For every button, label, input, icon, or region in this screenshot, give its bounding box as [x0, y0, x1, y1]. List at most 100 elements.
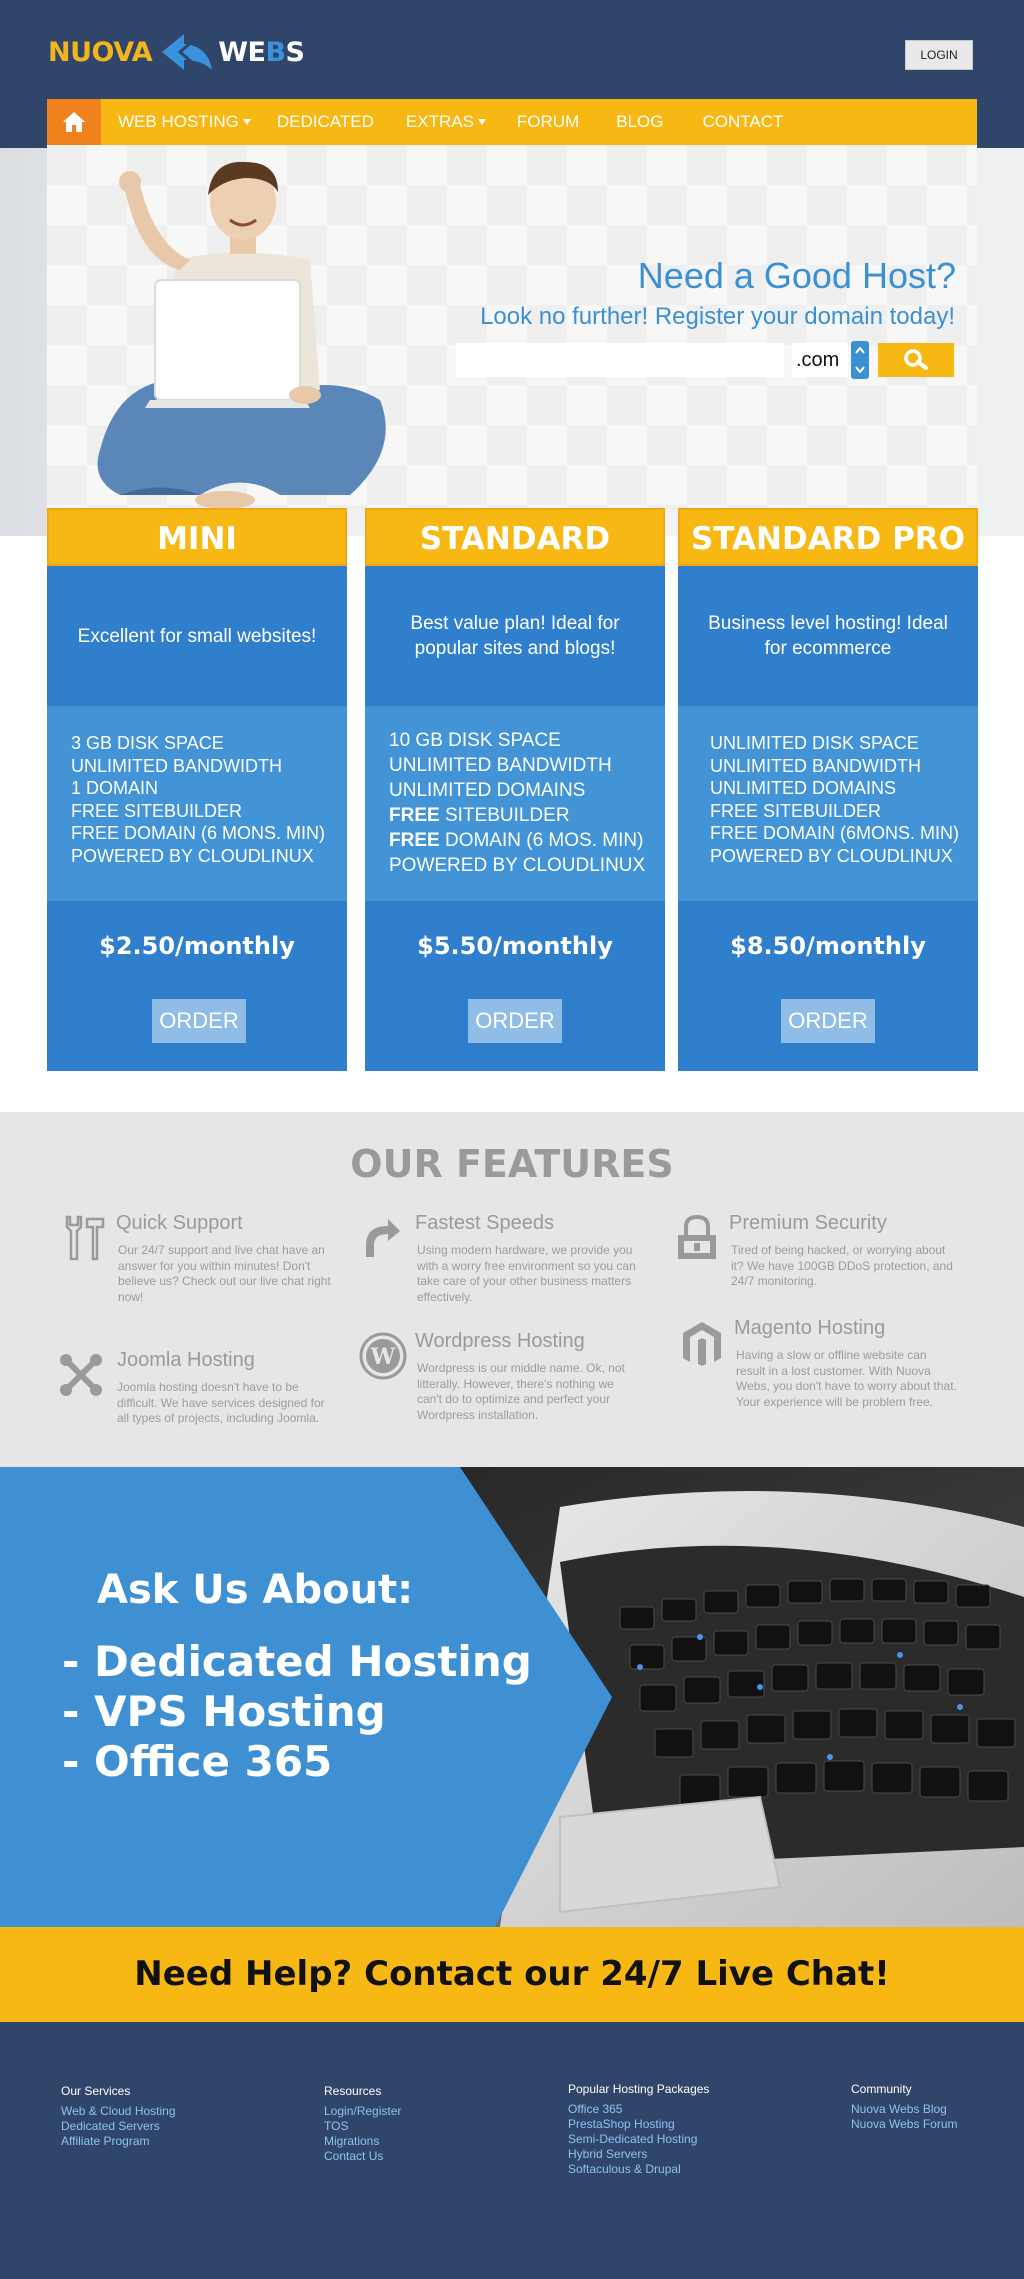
feature-title: Quick Support: [116, 1212, 243, 1234]
chevron-down-icon: [242, 119, 251, 125]
plan-name: STANDARD PRO: [678, 508, 978, 566]
plan-feature: UNLIMITED BANDWIDTH: [389, 755, 612, 776]
order-button[interactable]: ORDER: [781, 999, 875, 1043]
logo-text-right: WEBS: [218, 36, 305, 68]
footer-heading: Popular Hosting Packages: [568, 2082, 710, 2096]
plan-description: Best value plan! Ideal for popular sites…: [365, 566, 665, 706]
footer-link[interactable]: Web & Cloud Hosting: [61, 2104, 176, 2119]
plan-price: $5.50/monthly: [365, 901, 665, 991]
feature-premium-security: Premium Security Tired of being hacked, …: [671, 1212, 953, 1312]
footer-link[interactable]: Contact Us: [324, 2149, 401, 2164]
plan-feature: UNLIMITED DOMAINS: [389, 780, 586, 801]
footer-column-packages: Popular Hosting Packages Office 365 Pres…: [568, 2082, 709, 2177]
footer-link[interactable]: Nuova Webs Forum: [851, 2117, 957, 2132]
plan-feature: FREE DOMAIN (6MONS. MIN): [710, 823, 960, 843]
order-button[interactable]: ORDER: [152, 999, 246, 1043]
plan-feature: UNLIMITED BANDWIDTH: [710, 755, 921, 776]
feature-text: Joomla hosting doesn't have to be diffic…: [117, 1380, 325, 1425]
plan-feature: 1 DOMAIN: [71, 778, 159, 798]
plan-price: $2.50/monthly: [47, 901, 347, 991]
tools-icon: [58, 1212, 110, 1264]
plan-feature: FREE SITEBUILDER: [71, 800, 243, 821]
footer-column-community: Community Nuova Webs Blog Nuova Webs For…: [851, 2082, 957, 2132]
ask-us-banner: Ask Us About: - Dedicated Hosting - VPS …: [0, 1467, 1024, 1927]
features-title: OUR FEATURES: [350, 1142, 674, 1186]
main-nav: WEB HOSTING DEDICATED EXTRAS FORUM BLOG …: [47, 99, 977, 145]
login-button[interactable]: LOGIN: [905, 40, 973, 70]
nav-blog[interactable]: BLOG: [616, 99, 663, 145]
footer-heading: Community: [851, 2082, 912, 2096]
footer-link[interactable]: Login/Register: [324, 2104, 401, 2119]
feature-text: Tired of being hacked, or worrying about…: [731, 1243, 953, 1288]
ask-title: Ask Us About:: [97, 1567, 414, 1613]
live-chat-banner[interactable]: Need Help? Contact our 24/7 Live Chat!: [0, 1927, 1024, 2022]
feature-wordpress-hosting: W Wordpress Hosting Wordpress is our mid…: [357, 1330, 637, 1430]
plan-feature: POWERED BY CLOUDLINUX: [710, 845, 953, 866]
feature-text: Our 24/7 support and live chat have an a…: [118, 1243, 331, 1304]
ask-item: - VPS Hosting: [62, 1687, 386, 1736]
svg-text:W: W: [370, 1344, 396, 1370]
wordpress-icon: W: [357, 1330, 409, 1382]
domain-search-button[interactable]: [878, 343, 954, 377]
plan-card-standard: STANDARD Best value plan! Ideal for popu…: [365, 508, 665, 1071]
lock-icon: [671, 1212, 723, 1264]
chevron-down-icon: [477, 119, 486, 125]
plan-feature: FREE SITEBUILDER: [389, 805, 570, 826]
footer-heading: Resources: [324, 2084, 382, 2098]
plan-feature: 10 GB DISK SPACE: [389, 730, 561, 751]
footer-column-services: Our Services Web & Cloud Hosting Dedicat…: [61, 2084, 176, 2149]
search-icon: [904, 349, 928, 370]
order-button[interactable]: ORDER: [468, 999, 562, 1043]
nav-forum[interactable]: FORUM: [517, 99, 579, 145]
footer-link[interactable]: Office 365: [568, 2102, 709, 2117]
feature-title: Magento Hosting: [734, 1317, 886, 1339]
plan-features: 3 GB DISK SPACE UNLIMITED BANDWIDTH 1 DO…: [47, 706, 347, 901]
feature-text: Wordpress is our middle name. Ok, not li…: [417, 1361, 625, 1422]
feature-magento-hosting: Magento Hosting Having a slow or offline…: [676, 1317, 957, 1417]
site-logo[interactable]: NUOVA WEBS: [48, 30, 305, 74]
redo-arrow-icon: [357, 1212, 409, 1264]
home-button[interactable]: [47, 99, 101, 145]
footer-link[interactable]: TOS: [324, 2119, 401, 2134]
footer-link[interactable]: Softaculous & Drupal: [568, 2162, 709, 2177]
footer-link[interactable]: Dedicated Servers: [61, 2119, 176, 2134]
plan-feature: FREE DOMAIN (6 MONS. MIN): [71, 823, 326, 843]
tld-stepper[interactable]: [851, 341, 869, 379]
logo-text-left: NUOVA: [48, 36, 153, 68]
footer-link[interactable]: Affiliate Program: [61, 2134, 176, 2149]
domain-search-input[interactable]: [456, 343, 784, 377]
nav-contact[interactable]: CONTACT: [703, 99, 784, 145]
footer-link[interactable]: PrestaShop Hosting: [568, 2117, 709, 2132]
hero-title: Need a Good Host?: [637, 255, 956, 296]
plan-feature: FREE DOMAIN (6 MOS. MIN): [389, 830, 644, 851]
hero-subtitle: Look no further! Register your domain to…: [480, 303, 955, 330]
plan-feature: UNLIMITED DISK SPACE: [710, 733, 919, 753]
footer-column-resources: Resources Login/Register TOS Migrations …: [324, 2084, 401, 2164]
logo-arrow-icon: [162, 34, 213, 70]
footer-link[interactable]: Hybrid Servers: [568, 2147, 709, 2162]
nav-extras[interactable]: EXTRAS: [406, 99, 486, 145]
feature-title: Fastest Speeds: [415, 1212, 554, 1234]
nav-web-hosting[interactable]: WEB HOSTING: [118, 99, 251, 145]
footer-heading: Our Services: [61, 2084, 131, 2098]
plan-description: Business level hosting! Ideal for ecomme…: [678, 566, 978, 706]
ask-item: - Dedicated Hosting: [62, 1637, 532, 1686]
feature-title: Wordpress Hosting: [415, 1330, 585, 1352]
nav-dedicated[interactable]: DEDICATED: [277, 99, 374, 145]
footer-link[interactable]: Migrations: [324, 2134, 401, 2149]
plan-description: Excellent for small websites!: [47, 566, 347, 706]
feature-text: Using modern hardware, we provide you wi…: [417, 1243, 636, 1304]
plan-feature: POWERED BY CLOUDLINUX: [71, 845, 314, 866]
plan-price: $8.50/monthly: [678, 901, 978, 991]
plan-name: STANDARD: [365, 508, 665, 566]
plan-name: MINI: [47, 508, 347, 566]
footer-link[interactable]: Semi-Dedicated Hosting: [568, 2132, 709, 2147]
feature-quick-support: Quick Support Our 24/7 support and live …: [58, 1212, 338, 1312]
home-icon: [63, 112, 85, 132]
site-footer: Our Services Web & Cloud Hosting Dedicat…: [0, 2022, 1024, 2279]
feature-title: Premium Security: [729, 1212, 887, 1234]
footer-link[interactable]: Nuova Webs Blog: [851, 2102, 957, 2117]
features-section: OUR FEATURES Quick Support Our 24/7 supp…: [0, 1112, 1024, 1467]
tld-select[interactable]: .com: [792, 343, 848, 377]
feature-fastest-speeds: Fastest Speeds Using modern hardware, we…: [357, 1212, 637, 1312]
